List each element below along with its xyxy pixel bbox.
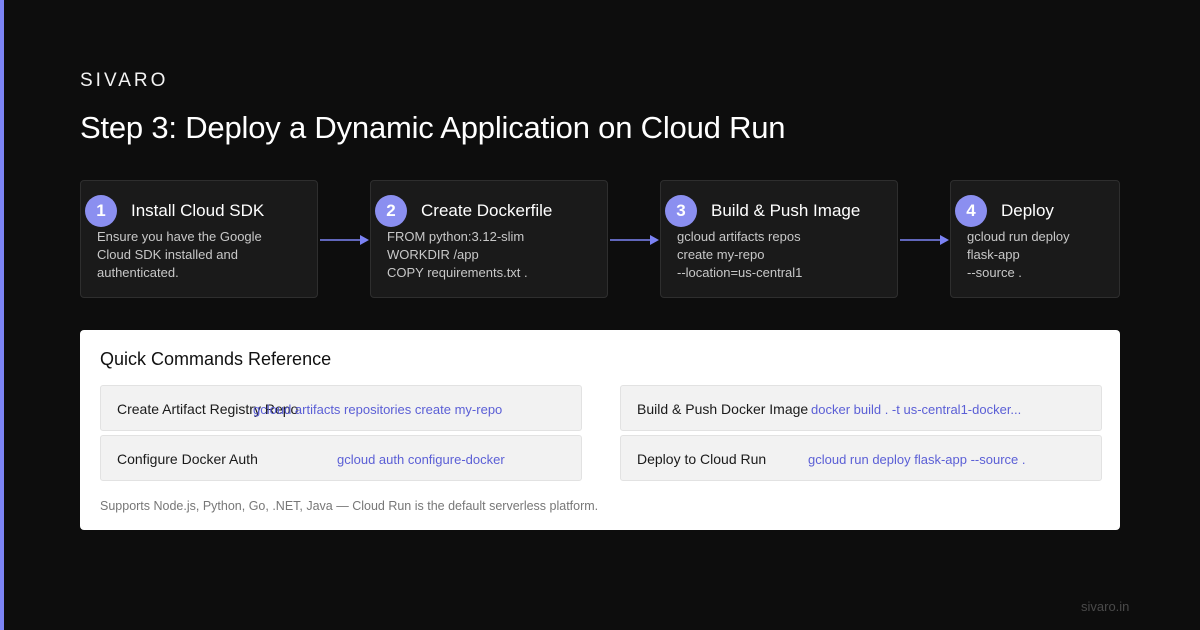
arrow-right-icon bbox=[900, 235, 949, 245]
arrow-right-icon bbox=[610, 235, 659, 245]
page-title: Step 3: Deploy a Dynamic Application on … bbox=[80, 110, 786, 145]
brand-logo: SIVARO bbox=[80, 70, 169, 91]
step-number: 3 bbox=[665, 195, 697, 227]
footer-url: sivaro.in bbox=[1081, 599, 1130, 614]
step-card-1: 1 Install Cloud SDK Ensure you have the … bbox=[80, 180, 318, 298]
step-title: Create Dockerfile bbox=[421, 201, 553, 220]
quick-commands-card: Quick Commands Reference Create Artifact… bbox=[80, 330, 1120, 530]
step-number: 4 bbox=[955, 195, 987, 227]
command-label: Deploy to Cloud Run bbox=[637, 451, 767, 467]
reference-note: Supports Node.js, Python, Go, .NET, Java… bbox=[100, 499, 599, 513]
step-description: gcloud run deploy flask-app --source . bbox=[967, 229, 1070, 280]
command-code: gcloud auth configure-docker bbox=[337, 452, 505, 467]
command-label: Configure Docker Auth bbox=[117, 451, 258, 467]
command-row: Deploy to Cloud Run gcloud run deploy fl… bbox=[620, 435, 1102, 481]
command-row: Build & Push Docker Image docker build .… bbox=[620, 385, 1102, 431]
reference-title: Quick Commands Reference bbox=[100, 349, 332, 369]
command-code: docker build . -t us-central1-docker... bbox=[811, 402, 1022, 417]
step-description: gcloud artifacts repos create my-repo --… bbox=[677, 229, 803, 280]
arrow-right-icon bbox=[320, 235, 369, 245]
step-description: Ensure you have the Google Cloud SDK ins… bbox=[97, 229, 262, 280]
command-row: Create Artifact Registry Repo gcloud art… bbox=[100, 385, 582, 431]
step-number: 1 bbox=[85, 195, 117, 227]
step-number: 2 bbox=[375, 195, 407, 227]
command-label: Build & Push Docker Image bbox=[637, 401, 809, 417]
step-title: Build & Push Image bbox=[711, 201, 861, 220]
step-card-2: 2 Create Dockerfile FROM python:3.12-sli… bbox=[370, 180, 608, 298]
step-description: FROM python:3.12-slim WORKDIR /app COPY … bbox=[387, 229, 528, 280]
step-card-4: 4 Deploy gcloud run deploy flask-app --s… bbox=[950, 180, 1120, 298]
step-card-3: 3 Build & Push Image gcloud artifacts re… bbox=[660, 180, 898, 298]
command-code: gcloud artifacts repositories create my-… bbox=[253, 402, 503, 417]
command-row: Configure Docker Auth gcloud auth config… bbox=[100, 435, 582, 481]
step-title: Install Cloud SDK bbox=[131, 201, 265, 220]
command-code: gcloud run deploy flask-app --source . bbox=[808, 452, 1026, 467]
accent-bar bbox=[0, 0, 4, 630]
step-title: Deploy bbox=[1001, 201, 1054, 220]
